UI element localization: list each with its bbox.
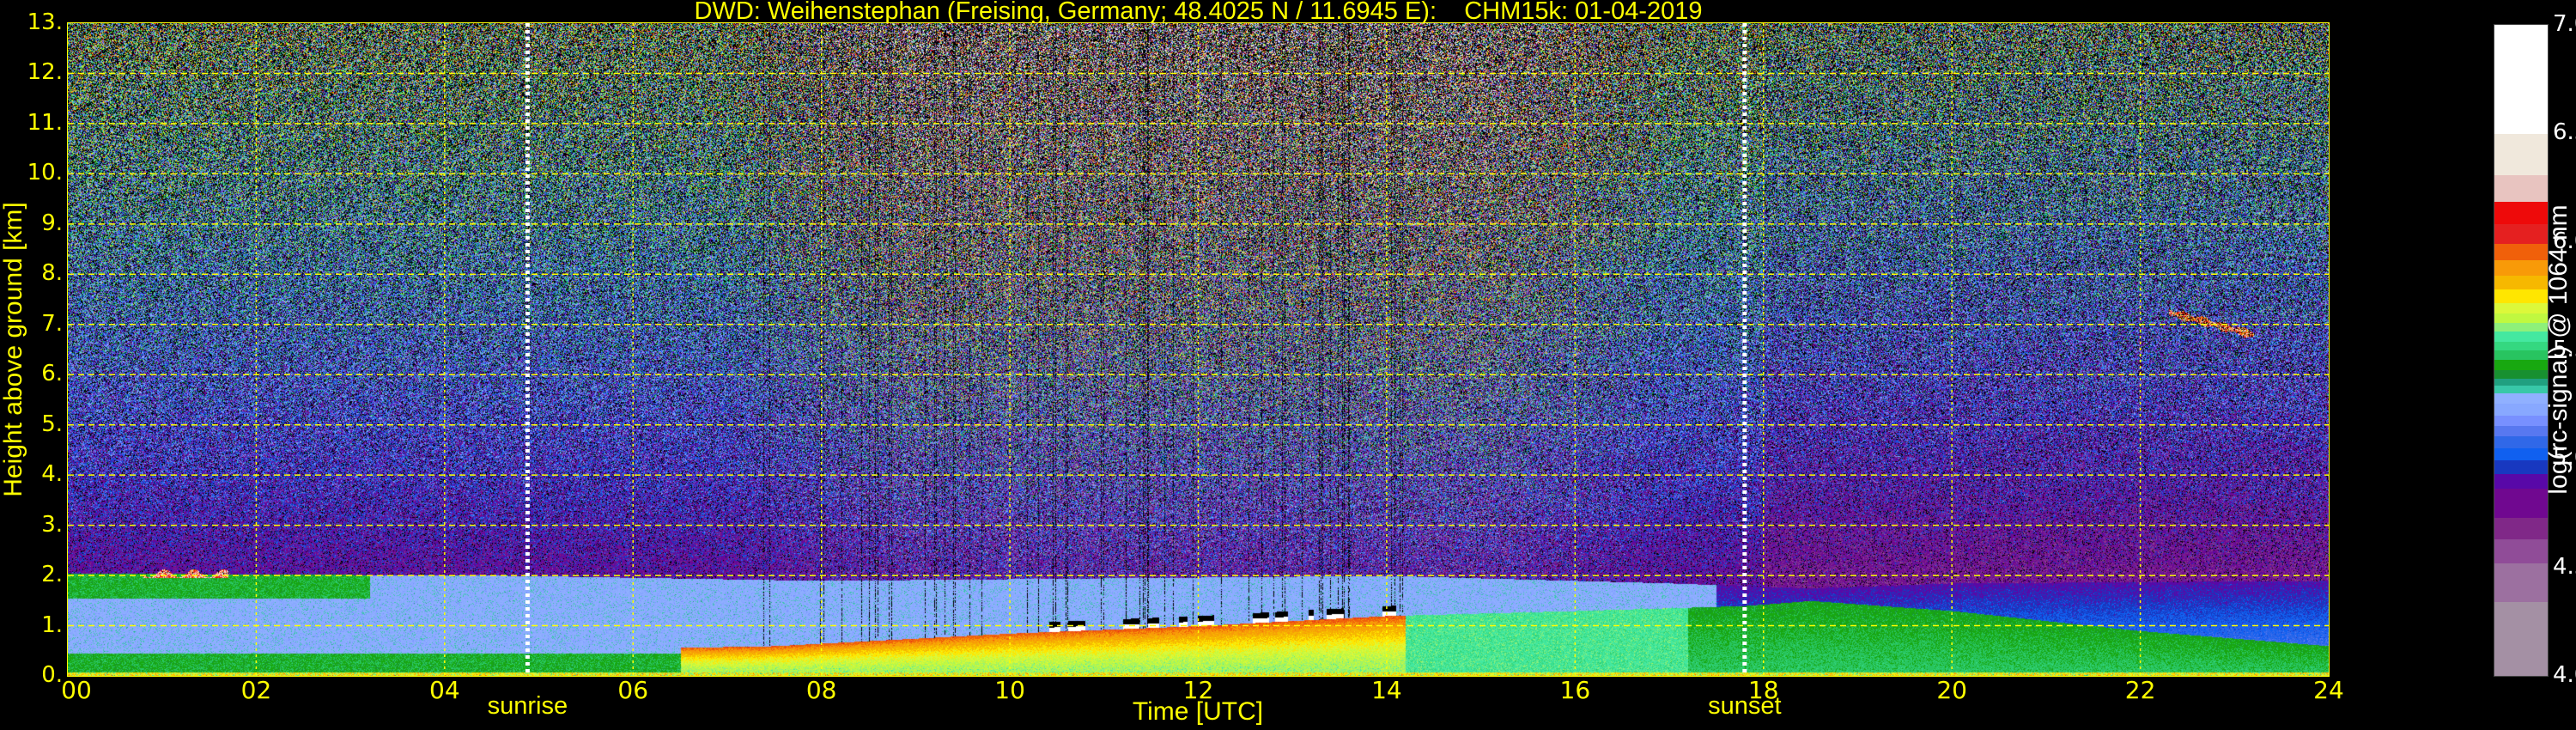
colorbar-label: log(rc-signal) @ 1064 nm [2544, 204, 2573, 495]
y-tick-label: 9. [41, 210, 63, 236]
colorbar-segment [2494, 538, 2548, 564]
sunset-label: sunset [1708, 692, 1782, 720]
y-tick-label: 10. [27, 160, 63, 186]
colorbar-segment [2494, 350, 2548, 360]
colorbar-segment [2494, 289, 2548, 303]
y-tick-label: 4. [41, 461, 63, 488]
x-tick-label: 08 [805, 676, 837, 704]
colorbar-segment [2494, 369, 2548, 379]
y-tick-label: 13. [27, 9, 63, 35]
colorbar-segment [2494, 243, 2548, 261]
colorbar-segment [2494, 259, 2548, 277]
colorbar-segment [2494, 174, 2548, 203]
colorbar-segment [2494, 563, 2548, 602]
y-tick-label: 0. [41, 662, 63, 688]
x-tick-label: 16 [1559, 676, 1591, 704]
x-axis-label: Time [UTC] [1132, 697, 1264, 726]
colorbar-segment [2494, 302, 2548, 313]
colorbar-segment [2494, 223, 2548, 245]
x-tick-label: 06 [617, 676, 649, 704]
colorbar-segment [2494, 378, 2548, 386]
x-tick-label: 22 [2124, 676, 2156, 704]
colorbar-segment [2494, 275, 2548, 290]
colorbar-segment [2494, 435, 2548, 448]
x-tick-label: 20 [1936, 676, 1967, 704]
y-tick-label: 12. [27, 59, 63, 86]
colorbar-tick-label: 4.5 [2553, 553, 2576, 580]
x-tick-label: 14 [1371, 676, 1402, 704]
colorbar-segment [2494, 313, 2548, 324]
plot-area [67, 22, 2330, 677]
colorbar-segment [2494, 385, 2548, 394]
colorbar-segment [2494, 459, 2548, 474]
y-tick-label: 8. [41, 260, 63, 287]
colorbar-segment [2494, 415, 2548, 426]
x-tick-label: 00 [61, 676, 92, 704]
colorbar-segment [2494, 359, 2548, 370]
y-tick-label: 2. [41, 562, 63, 588]
colorbar-segment [2494, 25, 2548, 134]
y-tick-label: 3. [41, 511, 63, 538]
y-tick-label: 1. [41, 611, 63, 638]
colorbar-segment [2494, 517, 2548, 539]
y-tick-label: 6. [41, 361, 63, 387]
colorbar-segment [2494, 601, 2548, 677]
colorbar-segment [2494, 447, 2548, 461]
y-tick-label: 11. [27, 109, 63, 136]
x-tick-label: 24 [2313, 676, 2344, 704]
y-tick-label: 7. [41, 310, 63, 337]
x-tick-label: 04 [429, 676, 460, 704]
colorbar-segment [2494, 331, 2548, 343]
colorbar [2494, 24, 2549, 677]
colorbar-tick-label: 7.0 [2553, 11, 2576, 37]
colorbar-segment [2494, 392, 2548, 405]
y-tick-label: 5. [41, 411, 63, 437]
colorbar-tick-label: 6.5 [2553, 119, 2576, 146]
y-axis-label: Height above ground [km] [0, 202, 27, 497]
colorbar-segment [2494, 341, 2548, 350]
colorbar-tick-label: 4.0 [2553, 662, 2576, 688]
x-tick-label: 10 [994, 676, 1025, 704]
grid-overlay [68, 23, 2329, 676]
sunrise-label: sunrise [487, 692, 568, 720]
colorbar-segment [2494, 425, 2548, 437]
x-tick-label: 02 [240, 676, 272, 704]
colorbar-segment [2494, 322, 2548, 332]
colorbar-segment [2494, 403, 2548, 416]
colorbar-segment [2494, 488, 2548, 519]
colorbar-segment [2494, 473, 2548, 490]
colorbar-segment [2494, 201, 2548, 225]
colorbar-segment [2494, 133, 2548, 175]
